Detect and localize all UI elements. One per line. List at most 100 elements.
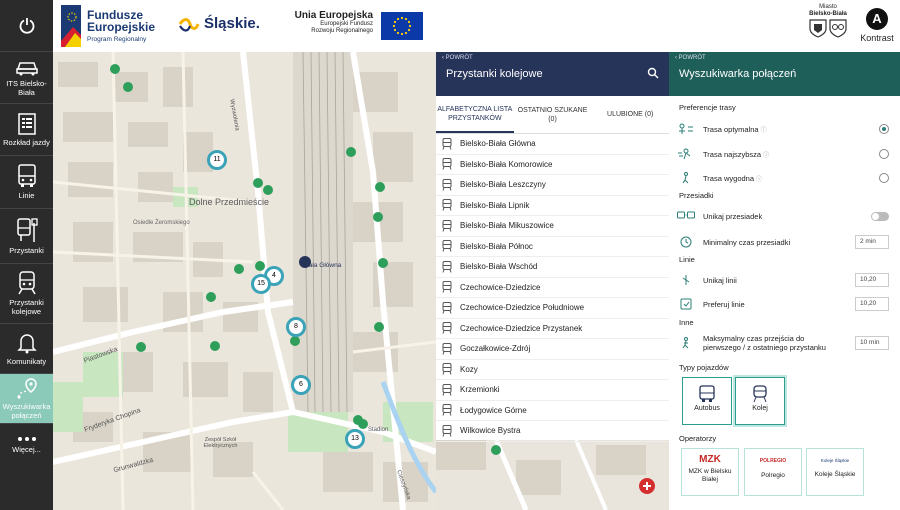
train-icon <box>442 219 452 232</box>
list-item[interactable]: Łodygowice Górne <box>436 401 669 421</box>
info-icon[interactable]: ⓘ <box>756 174 762 183</box>
transfer-icon <box>677 211 695 219</box>
sidebar-item-label: Rozkład jazdy <box>3 137 50 147</box>
stop-name: Czechowice-Dziedzice <box>460 282 541 292</box>
route-option-fastest[interactable]: Trasa najszybsza ⓘ <box>669 147 900 161</box>
map-view-bottom[interactable] <box>436 440 669 510</box>
bell-icon <box>16 333 37 353</box>
avoid-transfers-toggle[interactable] <box>871 211 889 221</box>
slaskie-text: Śląskie. <box>204 15 260 32</box>
sidebar-item-stops[interactable]: Przystanki <box>0 209 53 264</box>
list-item[interactable]: Bielsko-Biała Lipnik <box>436 196 669 216</box>
section-title-preferences: Preferencje trasy <box>679 103 736 112</box>
clock-icon <box>680 236 692 248</box>
sidebar-item-label: Linie <box>18 191 35 200</box>
tab-recent[interactable]: OSTATNIO SZUKANE (0) <box>514 96 592 133</box>
sidebar-item-timetable[interactable]: Rozkład jazdy <box>0 104 53 156</box>
radio-comfortable[interactable] <box>879 173 889 183</box>
sidebar-item-more[interactable]: Więcej... <box>0 424 53 466</box>
train-icon <box>442 137 452 150</box>
operator-koleje-slaskie-button[interactable]: Koleje Śląskie Koleje Śląskie <box>806 448 864 496</box>
operator-mzk-button[interactable]: MZK MZK w Bielsku Białej <box>681 448 739 496</box>
avoid-lines-input[interactable]: 10,20 <box>855 273 889 287</box>
max-walk-input[interactable]: 10 min <box>855 336 889 350</box>
sidebar-item-label: Komunikaty <box>6 356 47 366</box>
polregio-logo: POLREGIO <box>759 458 787 464</box>
cluster-marker[interactable]: 15 <box>251 274 271 294</box>
unia-europejska-logo: Unia Europejska Europejski Fundusz Rozwo… <box>273 10 373 35</box>
list-item[interactable]: Bielsko-Biała Północ <box>436 237 669 257</box>
bus-icon <box>699 385 715 402</box>
back-label: POWRÓT <box>678 55 706 61</box>
contrast-toggle[interactable]: A Kontrast <box>853 8 900 43</box>
tab-alphabetical[interactable]: ALFABETYCZNA LISTA PRZYSTANKÓW <box>436 96 514 133</box>
list-item[interactable]: Czechowice-Dziedzice Południowe <box>436 298 669 319</box>
list-item[interactable]: Bielsko-Biała Leszczyny <box>436 175 669 196</box>
vehicle-label: Kolej <box>752 405 768 412</box>
rail-stops-header: ‹ POWRÓT Przystanki kolejowe <box>436 52 669 96</box>
option-label: Trasa optymalna <box>703 124 759 134</box>
vehicle-bus-button[interactable]: Autobus <box>682 377 732 425</box>
bb-line2: Bielsko-Biała <box>809 11 847 17</box>
list-item[interactable]: Wilkowice Bystra <box>436 421 669 442</box>
section-title-lines: Linie <box>679 255 695 264</box>
radio-optimal[interactable] <box>879 124 889 134</box>
route-finder-header: ‹ POWRÓT Wyszukiwarka połączeń <box>669 52 900 96</box>
list-item[interactable]: Goczałkowice-Zdrój <box>436 339 669 360</box>
max-walk-row: Maksymalny czas przejścia do pierwszego … <box>669 332 900 354</box>
stop-name: Bielsko-Biała Główna <box>460 139 536 149</box>
stop-name: Bielsko-Biała Leszczyny <box>460 180 546 190</box>
route-option-comfortable[interactable]: Trasa wygodna ⓘ <box>669 171 900 185</box>
power-button[interactable] <box>0 0 53 52</box>
option-label: Preferuj linie <box>703 299 745 309</box>
train-icon <box>442 199 452 211</box>
sidebar-item-lines[interactable]: Linie <box>0 156 53 209</box>
prefer-lines-row: Preferuj linie 10,20 <box>669 296 900 312</box>
sidebar-item-its[interactable]: ITS Bielsko-Biała <box>0 52 53 104</box>
list-item[interactable]: Bielsko-Biała Główna <box>436 134 669 155</box>
sidebar-item-announcements[interactable]: Komunikaty <box>0 324 53 374</box>
fe-flag-icon <box>61 5 81 47</box>
back-label: POWRÓT <box>445 55 473 61</box>
list-item[interactable]: Bielsko-Biała Mikuszowice <box>436 216 669 237</box>
list-item[interactable]: Bielsko-Biała Wschód <box>436 257 669 278</box>
sidebar-item-route-finder[interactable]: Wyszukiwarka połączeń <box>0 374 53 424</box>
section-title-vehicles: Typy pojazdów <box>679 363 729 372</box>
back-button[interactable]: ‹ POWRÓT <box>442 55 473 61</box>
info-icon[interactable]: ⓘ <box>763 150 769 159</box>
route-walk-icon <box>682 172 689 184</box>
map-label: Stadion <box>368 427 389 433</box>
cluster-marker[interactable]: 13 <box>345 429 365 449</box>
tab-favorites[interactable]: ULUBIONE (0) <box>591 96 669 133</box>
eu-flag-icon <box>381 12 423 40</box>
cluster-marker[interactable]: 6 <box>291 375 311 395</box>
avoid-lines-row: Unikaj linii 10,20 <box>669 272 900 288</box>
train-icon <box>442 260 452 273</box>
list-item[interactable]: Krzemionki <box>436 380 669 401</box>
operator-label: Koleje Śląskie <box>814 471 856 478</box>
prefer-lines-input[interactable]: 10,20 <box>855 297 889 311</box>
map-view[interactable]: Dolne Przedmieście Osiedle Żeromskiego B… <box>53 52 436 510</box>
list-item[interactable]: Kozy <box>436 360 669 380</box>
cluster-marker[interactable]: 11 <box>207 150 227 170</box>
operator-polregio-button[interactable]: POLREGIO Polregio <box>744 448 802 496</box>
cluster-marker[interactable]: 8 <box>286 317 306 337</box>
vehicle-train-button[interactable]: Kolej <box>735 377 785 425</box>
more-dots-icon <box>17 437 36 441</box>
back-button[interactable]: ‹ POWRÓT <box>675 55 706 61</box>
info-icon[interactable]: ⓘ <box>761 125 767 134</box>
list-item[interactable]: Bielsko-Biała Komorowice <box>436 155 669 175</box>
list-item[interactable]: Czechowice-Dziedzice Przystanek <box>436 319 669 339</box>
stop-name: Bielsko-Biała Komorowice <box>460 159 553 169</box>
radio-fastest[interactable] <box>879 149 889 159</box>
sidebar-item-label: Więcej... <box>12 445 41 454</box>
sidebar-item-rail-stops[interactable]: Przystanki kolejowe <box>0 264 53 324</box>
prefer-line-icon <box>680 298 692 310</box>
route-option-optimal[interactable]: Trasa optymalna ⓘ <box>669 122 900 136</box>
min-transfer-input[interactable]: 2 min <box>855 235 889 249</box>
list-item[interactable]: Czechowice-Dziedzice <box>436 278 669 298</box>
panel-title: Wyszukiwarka połączeń <box>679 68 797 80</box>
slaskie-logo: Śląskie. <box>178 15 260 32</box>
search-icon[interactable] <box>647 67 659 79</box>
stop-name: Bielsko-Biała Lipnik <box>460 200 530 210</box>
